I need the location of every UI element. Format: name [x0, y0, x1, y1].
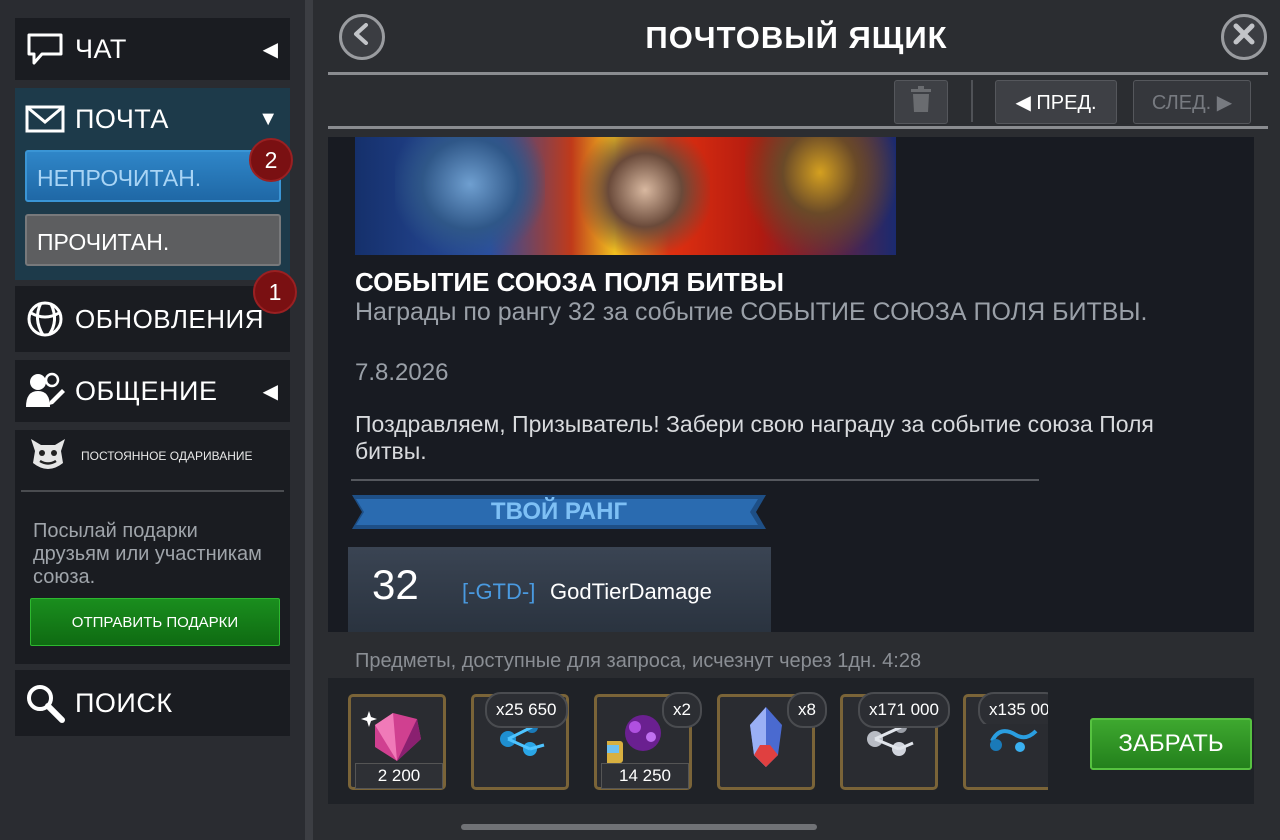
- player-name: GodTierDamage: [550, 579, 712, 604]
- send-gifts-button[interactable]: ОТПРАВИТЬ ПОДАРКИ: [30, 598, 280, 646]
- chat-bubble-icon: [23, 29, 67, 69]
- sidebar-item-label: ПОИСК: [75, 687, 173, 718]
- chevron-left-icon: ◀: [262, 380, 278, 403]
- rank-header: ТВОЙ РАНГ: [490, 498, 628, 525]
- crystal-shard-icon: [361, 705, 433, 767]
- gifting-description: Посылай подарки друзьям или участникам с…: [33, 520, 262, 588]
- rank-ribbon: ТВОЙ РАНГ: [352, 491, 766, 533]
- chevron-down-icon: ▼: [258, 107, 278, 130]
- sidebar-item-label: ЧАТ: [75, 33, 127, 64]
- gift-mascot-icon: [27, 433, 69, 480]
- close-button[interactable]: [1221, 14, 1267, 60]
- alliance-tag: [-GTD-]: [462, 579, 536, 604]
- message-content: СОБЫТИЕ СОЮЗА ПОЛЯ БИТВЫ Награды по ранг…: [328, 137, 1254, 632]
- next-button[interactable]: СЛЕД. ▶: [1133, 80, 1251, 124]
- reward-quantity: x8: [787, 692, 827, 728]
- reward-quantity: x135 00: [978, 692, 1048, 724]
- sidebar: ЧАТ ◀ ПОЧТА ▼ НЕПРОЧИТАН. ПРОЧИТАН. 2 ОБ…: [0, 0, 305, 840]
- sidebar-item-chat[interactable]: ЧАТ ◀: [15, 18, 290, 80]
- mailbox-panel: ПОЧТОВЫЙ ЯЩИК ◀ ПРЕД. СЛЕД. ▶ СОБЫТИЕ СО…: [313, 0, 1280, 840]
- gifting-title: ПОСТОЯННОЕ ОДАРИВАНИЕ: [81, 449, 253, 463]
- reward-quantity: x25 650: [485, 692, 568, 728]
- unread-count-badge: 2: [249, 138, 293, 182]
- gifting-panel: ПОСТОЯННОЕ ОДАРИВАНИЕ Посылай подарки др…: [15, 430, 290, 664]
- unread-filter-button[interactable]: НЕПРОЧИТАН.: [25, 150, 281, 202]
- message-subtitle: Награды по рангу 32 за событие СОБЫТИЕ С…: [355, 298, 1148, 326]
- sidebar-item-label: ОБЩЕНИЕ: [75, 375, 218, 406]
- search-icon: [23, 683, 67, 723]
- reward-quantity: 14 250: [601, 763, 689, 789]
- friends-icon: [23, 371, 67, 411]
- trash-icon: [910, 85, 932, 119]
- sidebar-item-search[interactable]: ПОИСК: [15, 670, 290, 736]
- reward-quantity: x171 000: [858, 692, 950, 728]
- sidebar-item-updates[interactable]: ОБНОВЛЕНИЯ: [15, 286, 290, 352]
- toolbar-divider: [971, 80, 973, 122]
- sidebar-item-label: ПОЧТА: [75, 103, 169, 134]
- divider: [328, 72, 1268, 75]
- scrollbar[interactable]: [461, 824, 817, 830]
- updates-count-badge: 1: [253, 270, 297, 314]
- envelope-icon: [23, 99, 67, 139]
- reward-item[interactable]: 2 200: [348, 694, 446, 790]
- globe-icon: [23, 299, 67, 339]
- divider: [328, 126, 1268, 129]
- read-filter-button[interactable]: ПРОЧИТАН.: [25, 214, 281, 266]
- message-title: СОБЫТИЕ СОЮЗА ПОЛЯ БИТВЫ: [355, 267, 784, 297]
- sidebar-item-social[interactable]: ОБЩЕНИЕ ◀: [15, 360, 290, 422]
- message-date: 7.8.2026: [355, 359, 449, 386]
- claim-button[interactable]: ЗАБРАТЬ: [1090, 718, 1252, 770]
- close-icon: [1233, 23, 1255, 52]
- divider: [351, 479, 1039, 481]
- message-body: Поздравляем, Призыватель! Забери свою на…: [355, 411, 1154, 464]
- rank-number: 32: [372, 561, 419, 608]
- reward-quantity: x2: [662, 692, 702, 728]
- rank-card: 32 [-GTD-] GodTierDamage: [348, 547, 771, 632]
- chevron-left-icon: ◀: [262, 38, 278, 61]
- sidebar-item-label: ОБНОВЛЕНИЯ: [75, 303, 264, 334]
- prev-button[interactable]: ◀ ПРЕД.: [995, 80, 1117, 124]
- reward-quantity-clip: x135 00: [978, 692, 1048, 724]
- event-banner-image: [355, 137, 896, 255]
- expire-notice: Предметы, доступные для запроса, исчезну…: [355, 650, 922, 672]
- sidebar-item-mail[interactable]: ПОЧТА ▼ НЕПРОЧИТАН. ПРОЧИТАН.: [15, 88, 290, 280]
- page-title: ПОЧТОВЫЙ ЯЩИК: [645, 20, 948, 55]
- sidebar-divider: [305, 0, 313, 840]
- rewards-bar: 2 200 x25 650 14 250 x2 x8 x171 000 x135…: [328, 678, 1254, 804]
- delete-button[interactable]: [894, 80, 948, 124]
- reward-quantity: 2 200: [355, 763, 443, 789]
